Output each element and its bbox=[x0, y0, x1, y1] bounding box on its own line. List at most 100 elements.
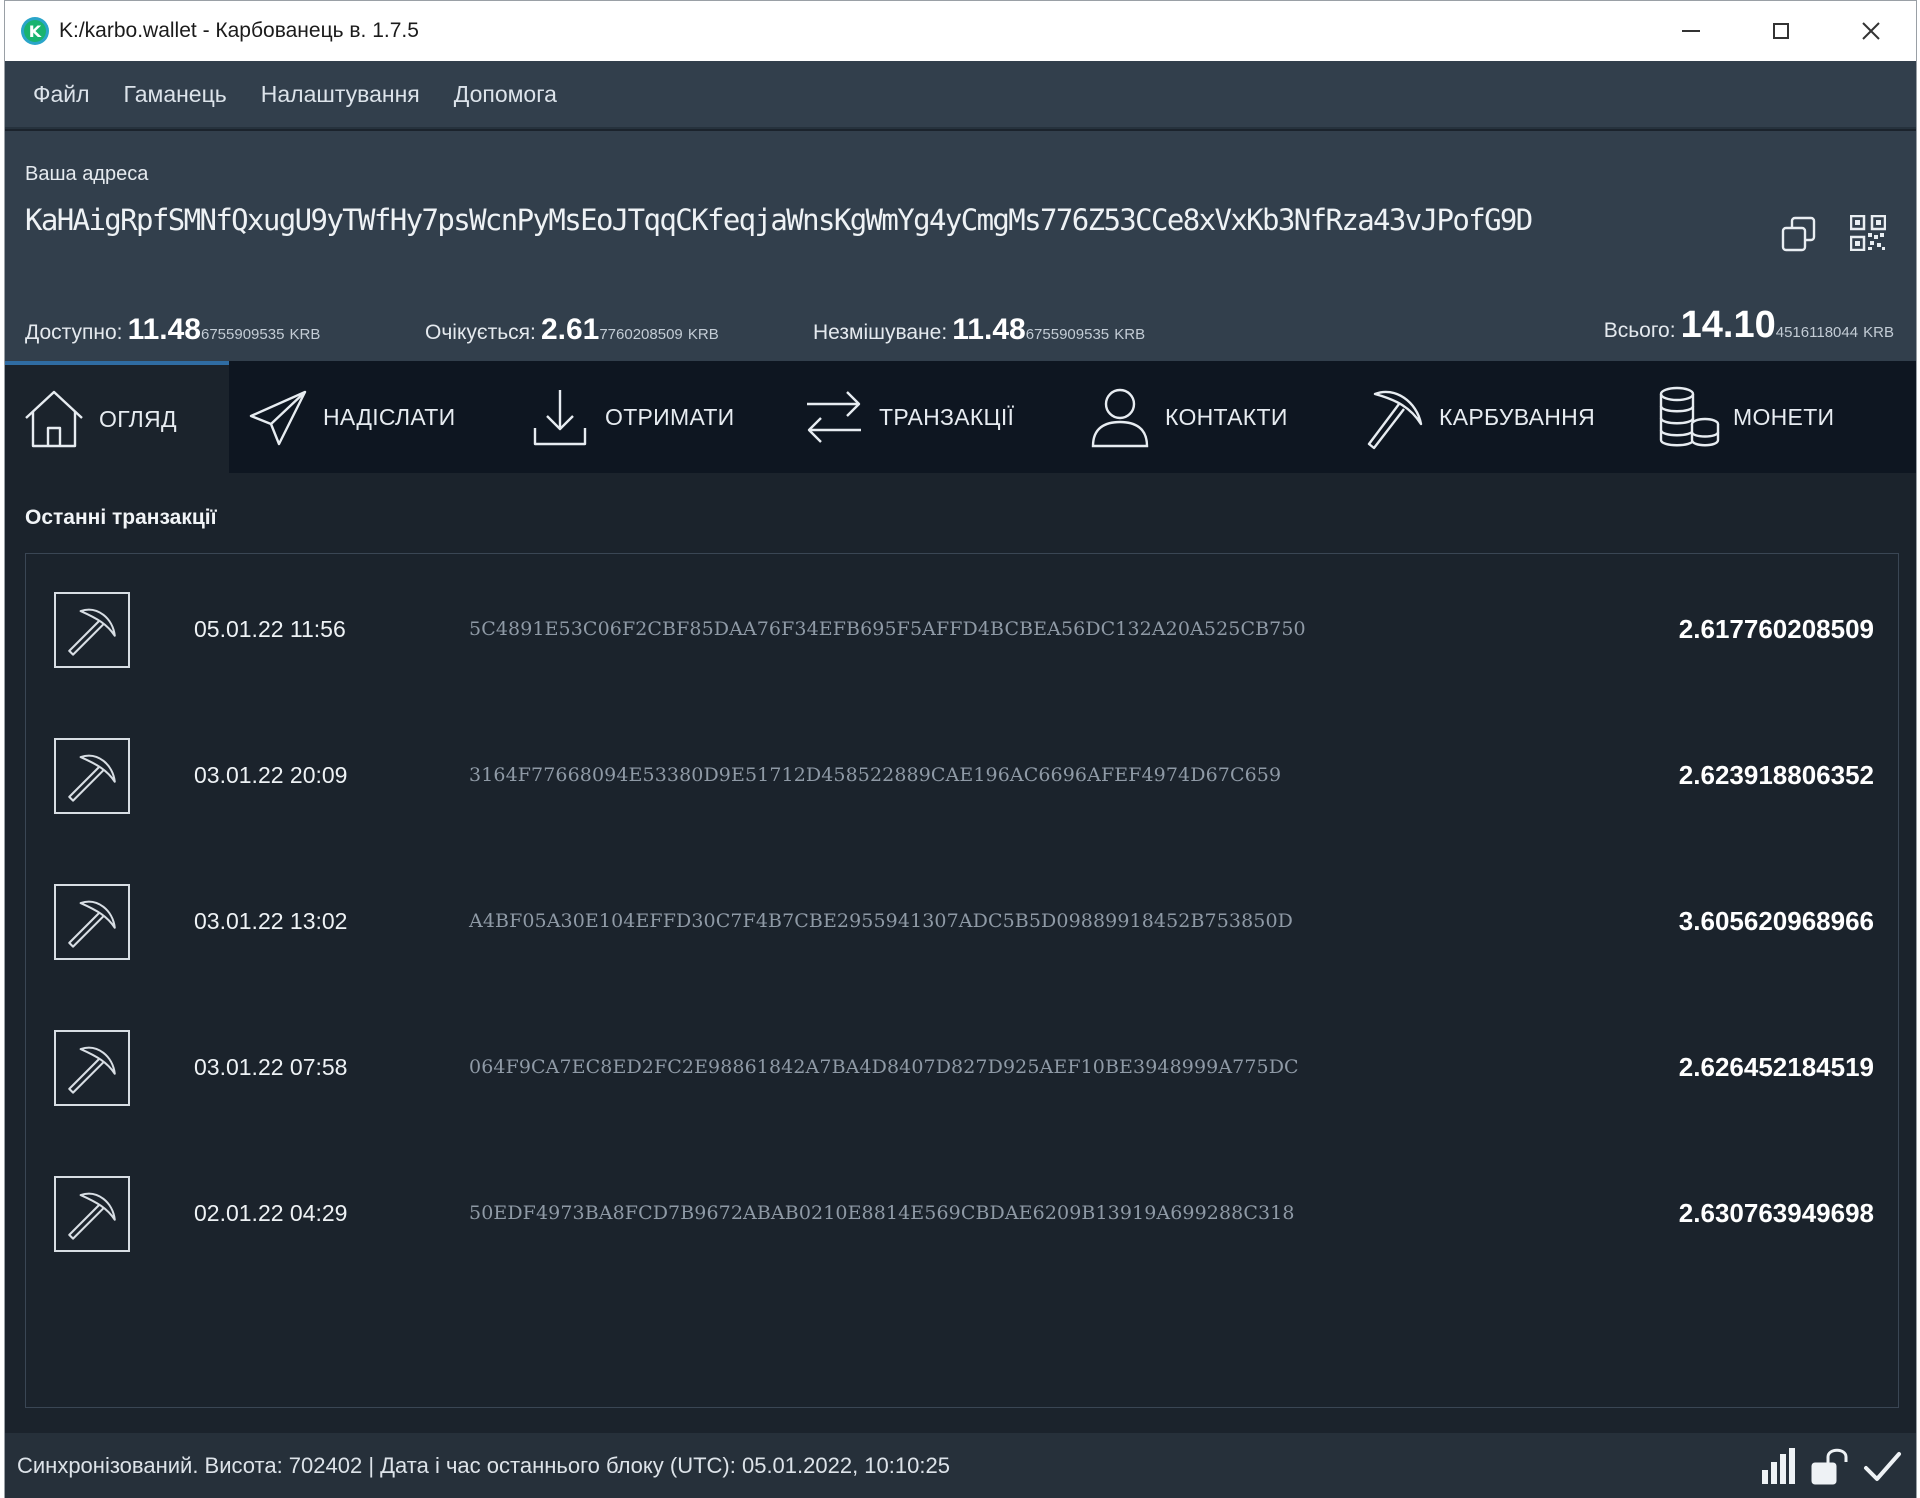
coins-icon bbox=[1659, 386, 1720, 447]
transaction-amount: 2.623918806352 bbox=[1678, 760, 1874, 790]
pickaxe-icon bbox=[68, 1192, 116, 1240]
balance-pending: Очікується: 2.617760208509 KRB bbox=[425, 313, 719, 347]
karbo-logo-icon: K bbox=[21, 17, 49, 45]
wallet-window: K K:/karbo.wallet - Карбованець в. 1.7.5… bbox=[4, 0, 1917, 1498]
send-icon bbox=[249, 390, 307, 446]
title-bar: K K:/karbo.wallet - Карбованець в. 1.7.5 bbox=[5, 1, 1916, 61]
balance-pending-main: 2.61 bbox=[540, 313, 600, 346]
transaction-hash: A4BF05A30E104EFFD30C7F4B7CBE2955941307AD… bbox=[469, 910, 1293, 932]
transaction-amount: 2.630763949698 bbox=[1678, 1198, 1874, 1228]
balance-total: Всього: 14.104516118044 KRB bbox=[1604, 304, 1894, 347]
recent-transactions-title: Останні транзакції bbox=[25, 506, 217, 529]
home-icon bbox=[25, 390, 83, 448]
balance-unmixable-frac: 6755909535 bbox=[1025, 326, 1110, 343]
signal-bars-icon[interactable] bbox=[1758, 1446, 1798, 1486]
transaction-hash: 3164F77668094E53380D9E51712D458522889CAE… bbox=[469, 764, 1282, 786]
minimize-button[interactable] bbox=[1646, 1, 1736, 61]
balance-unmixable: Незмішуване: 11.486755909535 KRB bbox=[813, 313, 1145, 347]
recent-transactions-list: 05.01.22 11:56 5C4891E53C06F2CBF85DAA76F… bbox=[25, 553, 1899, 1408]
balance-unmixable-main: 11.48 bbox=[952, 313, 1026, 346]
transaction-date: 03.01.22 13:02 bbox=[194, 908, 348, 934]
qr-code-icon[interactable] bbox=[1850, 215, 1886, 251]
status-icons bbox=[1758, 1446, 1902, 1486]
tab-receive[interactable]: ОТРИМАТИ bbox=[527, 361, 767, 473]
transaction-date: 03.01.22 07:58 bbox=[194, 1054, 348, 1080]
mined-transaction-icon bbox=[54, 592, 130, 668]
transaction-date: 03.01.22 20:09 bbox=[194, 762, 348, 788]
balance-total-frac: 4516118044 bbox=[1775, 324, 1859, 341]
transaction-hash: 50EDF4973BA8FCD7B9672ABAB0210E8814E569CB… bbox=[469, 1202, 1295, 1224]
tab-overview-label: ОГЛЯД bbox=[99, 405, 177, 432]
tab-transactions[interactable]: ТРАНЗАКЦІЇ bbox=[801, 361, 1061, 473]
menu-bar: Файл Гаманець Налаштування Допомога bbox=[5, 61, 1916, 129]
copy-icon[interactable] bbox=[1780, 215, 1818, 253]
maximize-button[interactable] bbox=[1736, 1, 1826, 61]
logo-letter: K bbox=[28, 21, 42, 41]
sync-status-text: Синхронізований. Висота: 702402 | Дата і… bbox=[17, 1453, 950, 1478]
address-panel: Ваша адреса KaHAigRpfSMNfQxugU9yTWfHy7ps… bbox=[5, 131, 1916, 361]
window-title: K:/karbo.wallet - Карбованець в. 1.7.5 bbox=[59, 19, 419, 42]
tab-overview[interactable]: ОГЛЯД bbox=[5, 361, 229, 473]
close-button[interactable] bbox=[1826, 1, 1916, 61]
menu-file[interactable]: Файл bbox=[33, 81, 90, 108]
transaction-amount: 3.605620968966 bbox=[1678, 906, 1874, 936]
unlocked-padlock-icon[interactable] bbox=[1810, 1446, 1850, 1486]
balance-unmixable-currency: KRB bbox=[1114, 326, 1146, 343]
tab-receive-label: ОТРИМАТИ bbox=[605, 403, 735, 430]
transaction-hash: 5C4891E53C06F2CBF85DAA76F34EFB695F5AFFD4… bbox=[469, 618, 1306, 640]
balance-available: Доступно: 11.486755909535 KRB bbox=[25, 313, 320, 347]
tab-coins[interactable]: МОНЕТИ bbox=[1655, 361, 1895, 473]
balance-pending-currency: KRB bbox=[687, 326, 719, 343]
tab-contacts-label: КОНТАКТИ bbox=[1165, 403, 1288, 430]
tab-mining-label: КАРБУВАННЯ bbox=[1439, 403, 1596, 430]
tab-transactions-label: ТРАНЗАКЦІЇ bbox=[879, 403, 1015, 430]
menu-wallet[interactable]: Гаманець bbox=[124, 81, 227, 108]
status-bar: Синхронізований. Висота: 702402 | Дата і… bbox=[5, 1433, 1916, 1498]
menu-settings[interactable]: Налаштування bbox=[261, 81, 420, 108]
transaction-row[interactable]: 05.01.22 11:56 5C4891E53C06F2CBF85DAA76F… bbox=[26, 554, 1898, 700]
transaction-row[interactable]: 02.01.22 04:29 50EDF4973BA8FCD7B9672ABAB… bbox=[26, 1138, 1898, 1284]
maximize-icon bbox=[1773, 23, 1789, 39]
receive-icon bbox=[533, 390, 587, 446]
transaction-row[interactable]: 03.01.22 07:58 064F9CA7EC8ED2FC2E9886184… bbox=[26, 992, 1898, 1138]
balance-available-label: Доступно: bbox=[25, 321, 123, 344]
balance-available-currency: KRB bbox=[289, 326, 321, 343]
balance-available-frac: 6755909535 bbox=[201, 326, 285, 343]
tab-send[interactable]: НАДІСЛАТИ bbox=[245, 361, 485, 473]
main-tab-bar: ОГЛЯД НАДІСЛАТИ ОТРИМАТИ ТРАНЗАКЦІЇ КОНТ… bbox=[5, 361, 1916, 473]
pickaxe-icon bbox=[68, 900, 116, 948]
balance-total-currency: KRB bbox=[1863, 324, 1894, 341]
pickaxe-icon bbox=[68, 1046, 116, 1094]
mining-icon bbox=[1367, 390, 1423, 450]
balance-unmixable-label: Незмішуване: bbox=[813, 321, 948, 344]
menu-help[interactable]: Допомога bbox=[454, 81, 557, 108]
transaction-row[interactable]: 03.01.22 20:09 3164F77668094E53380D9E517… bbox=[26, 700, 1898, 846]
address-label: Ваша адреса bbox=[25, 163, 149, 185]
pickaxe-icon bbox=[68, 608, 116, 656]
mined-transaction-icon bbox=[54, 1176, 130, 1252]
transactions-icon bbox=[807, 391, 861, 443]
transaction-amount: 2.626452184519 bbox=[1678, 1052, 1874, 1082]
wallet-address[interactable]: KaHAigRpfSMNfQxugU9yTWfHy7psWcnPyMsEoJTq… bbox=[25, 203, 1533, 237]
mined-transaction-icon bbox=[54, 1030, 130, 1106]
contacts-icon bbox=[1091, 388, 1149, 448]
pickaxe-icon bbox=[68, 754, 116, 802]
transaction-date: 02.01.22 04:29 bbox=[194, 1200, 348, 1226]
balance-pending-label: Очікується: bbox=[425, 321, 536, 344]
transaction-row[interactable]: 03.01.22 13:02 A4BF05A30E104EFFD30C7F4B7… bbox=[26, 846, 1898, 992]
tab-coins-label: МОНЕТИ bbox=[1733, 403, 1835, 430]
mined-transaction-icon bbox=[54, 738, 130, 814]
minimize-icon bbox=[1682, 30, 1700, 32]
balances-row: Доступно: 11.486755909535 KRB Очікується… bbox=[25, 303, 1894, 347]
balance-total-main: 14.10 bbox=[1680, 304, 1776, 346]
balance-total-label: Всього: bbox=[1603, 319, 1676, 342]
balance-pending-frac: 7760208509 bbox=[599, 326, 683, 343]
transaction-date: 05.01.22 11:56 bbox=[194, 616, 346, 642]
tab-send-label: НАДІСЛАТИ bbox=[323, 403, 456, 430]
mined-transaction-icon bbox=[54, 884, 130, 960]
transaction-amount: 2.617760208509 bbox=[1678, 614, 1874, 644]
tab-mining[interactable]: КАРБУВАННЯ bbox=[1361, 361, 1621, 473]
balance-available-main: 11.48 bbox=[127, 313, 201, 346]
transaction-hash: 064F9CA7EC8ED2FC2E98861842A7BA4D8407D827… bbox=[469, 1056, 1299, 1078]
tab-contacts[interactable]: КОНТАКТИ bbox=[1087, 361, 1327, 473]
